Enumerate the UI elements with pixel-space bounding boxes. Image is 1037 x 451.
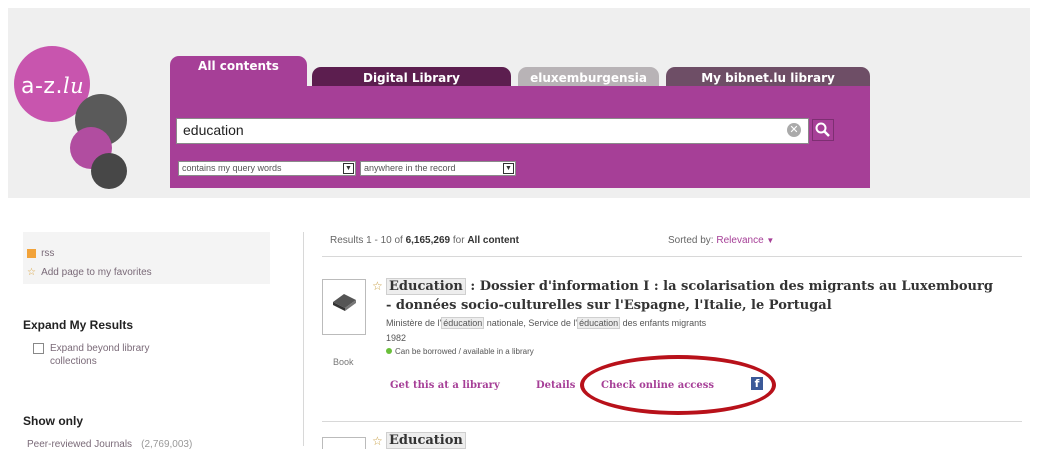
availability-status: Can be borrowed / available in a library [386, 347, 534, 356]
search-button[interactable] [812, 119, 834, 141]
result-author: Ministère de l' éducation nationale, Serv… [386, 317, 707, 329]
result-divider [322, 421, 1022, 422]
expand-option-label[interactable]: Expand beyond library collections [50, 342, 180, 368]
result-title[interactable]: Education : Dossier d'information I : la… [386, 277, 1026, 315]
column-divider [303, 232, 304, 446]
chevron-down-icon: ▼ [343, 163, 354, 174]
favorite-star-icon[interactable]: ☆ [372, 279, 383, 293]
chevron-down-icon: ▼ [766, 236, 775, 245]
check-online-access-link[interactable]: Check online access [601, 380, 714, 391]
results-summary: Results 1 - 10 of 6,165,269 for All cont… [330, 235, 519, 246]
book-icon [333, 294, 356, 311]
star-icon: ☆ [27, 267, 36, 278]
expand-checkbox[interactable] [33, 343, 44, 354]
book-type-icon-2 [322, 437, 366, 449]
book-type-icon [322, 279, 366, 335]
details-link[interactable]: Details [536, 380, 575, 391]
sort-control[interactable]: Sorted by: Relevance ▼ [668, 235, 774, 246]
result-year: 1982 [386, 333, 407, 343]
get-at-library-link[interactable]: Get this at a library [390, 380, 500, 391]
item-type-label: Book [333, 357, 354, 367]
search-input[interactable]: education [176, 118, 809, 144]
chevron-down-icon: ▼ [503, 163, 514, 174]
logo-circle-bottom [91, 153, 127, 189]
available-dot-icon [386, 348, 392, 354]
match-mode-select[interactable]: contains my query words ▼ [178, 161, 356, 176]
peer-reviewed-filter[interactable]: Peer-reviewed Journals (2,769,003) [27, 432, 192, 451]
magnifier-icon [813, 120, 833, 140]
scope-select[interactable]: anywhere in the record ▼ [360, 161, 516, 176]
results-header-divider [322, 256, 1022, 257]
logo-text: a-z.lu [21, 74, 85, 99]
facebook-share-icon[interactable]: f [751, 377, 763, 390]
clear-icon[interactable]: ✕ [787, 123, 801, 137]
show-only-heading: Show only [23, 414, 83, 428]
tab-all-contents[interactable]: All contents [170, 56, 307, 88]
rss-icon [27, 249, 36, 258]
expand-results-heading: Expand My Results [23, 318, 134, 332]
favorites-link[interactable]: ☆ Add page to my favorites [27, 260, 152, 279]
